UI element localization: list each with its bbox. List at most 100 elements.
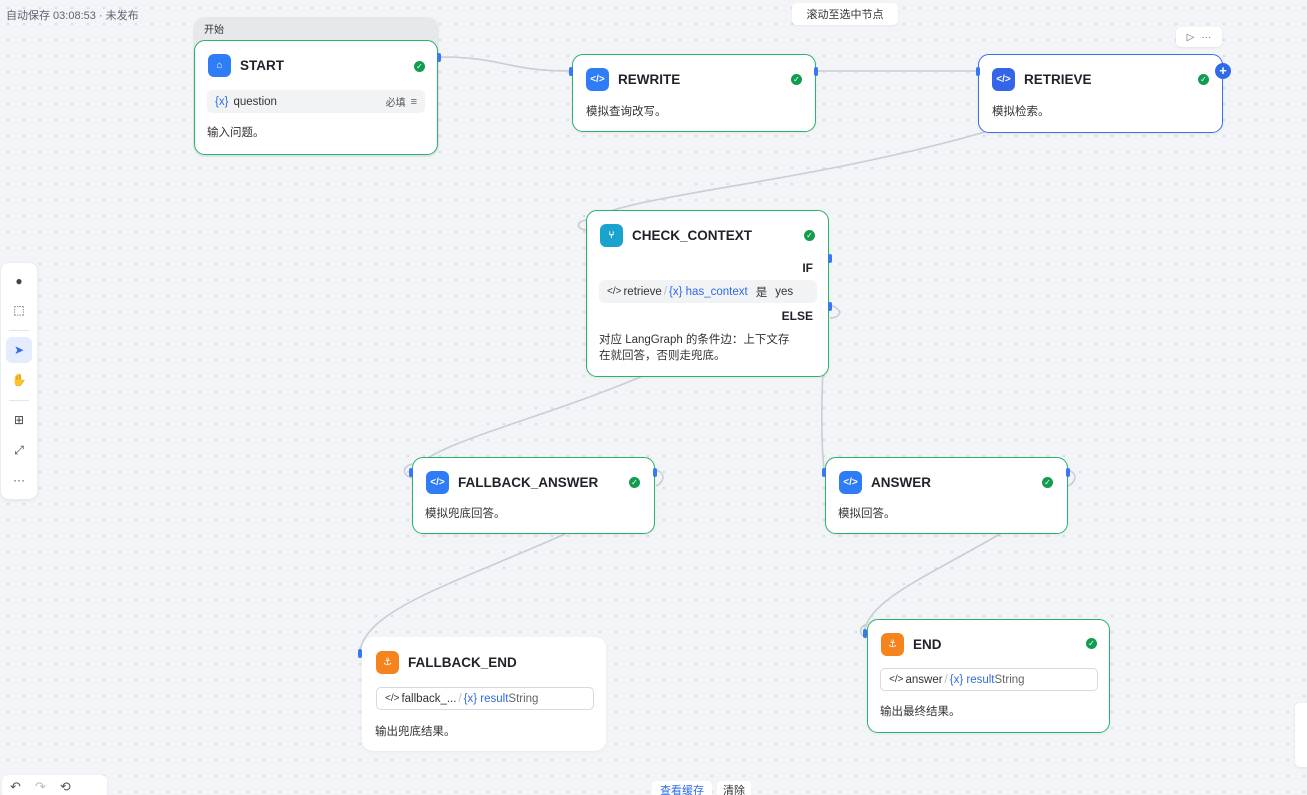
history-icon[interactable]: ⟲	[60, 779, 71, 795]
answer-output-handle[interactable]	[1066, 468, 1070, 477]
success-check-icon: ✓	[1042, 477, 1053, 488]
node-retrieve-desc: 模拟检索。	[992, 106, 1050, 118]
variable-name: question	[233, 95, 277, 108]
clear-button[interactable]: 清除	[717, 781, 751, 795]
redo-icon[interactable]: ↷	[35, 779, 46, 795]
end-icon: ⚓	[881, 633, 904, 656]
condition-row[interactable]: </> retrieve / {x} has_context 是 yes	[599, 280, 817, 303]
hand-icon[interactable]: ✋	[6, 367, 32, 393]
start-output-handle[interactable]	[437, 53, 441, 62]
edge-loop-fallback-right	[655, 469, 664, 487]
rewrite-output-handle[interactable]	[814, 67, 818, 76]
node-check-context-desc: 对应 LangGraph 的条件边：上下文存 在就回答，否则走兜底。	[599, 332, 824, 364]
else-branch-handle[interactable]	[828, 302, 832, 311]
success-check-icon: ✓	[1086, 638, 1097, 649]
code-icon: </>	[385, 693, 400, 704]
fit-view-icon[interactable]: ⤢	[6, 437, 32, 463]
history-controls: ↶ ↷ ⟲	[2, 775, 107, 795]
node-check-context[interactable]: ⑂ CHECK_CONTEXT ✓ IF </> retrieve / {x} …	[586, 210, 829, 377]
node-check-context-title: CHECK_CONTEXT	[632, 228, 753, 243]
output-source: fallback_...	[401, 692, 457, 705]
code-icon: </>	[586, 68, 609, 91]
required-badge: 必填	[385, 98, 406, 109]
end-input-handle[interactable]	[863, 629, 867, 638]
node-fallback-end-desc: 输出兜底结果。	[375, 726, 456, 738]
success-check-icon: ✓	[629, 477, 640, 488]
add-next-node-button[interactable]: +	[1215, 63, 1231, 79]
more-icon[interactable]: ···	[1201, 32, 1211, 43]
else-branch-label: ELSE	[781, 309, 813, 323]
fallback-answer-output-handle[interactable]	[653, 468, 657, 477]
condition-source: retrieve	[623, 285, 662, 298]
start-input-variable[interactable]: {x} question 必填 ≡	[207, 90, 425, 113]
desc-line-2: 在就回答，否则走兜底。	[599, 350, 726, 362]
output-variable: {x} result	[949, 673, 995, 686]
output-variable: {x} result	[463, 692, 509, 705]
code-icon: </>	[992, 68, 1015, 91]
node-retrieve-title: RETRIEVE	[1024, 72, 1092, 87]
add-node-icon[interactable]: ●	[6, 268, 32, 294]
start-group-label: 开始	[204, 25, 224, 36]
edge-start-rewrite	[438, 56, 572, 72]
node-answer-title: ANSWER	[871, 475, 931, 490]
node-rewrite[interactable]: </> REWRITE ✓ 模拟查询改写。	[572, 54, 816, 132]
code-icon: </>	[839, 471, 862, 494]
canvas-toolbar: ● ⬚ ➤ ✋ ⊞ ⤢ ···	[1, 263, 37, 499]
minimap-panel[interactable]	[1295, 703, 1307, 767]
pointer-icon[interactable]: ➤	[6, 337, 32, 363]
code-icon: </>	[426, 471, 449, 494]
branch-icon: ⑂	[600, 224, 623, 247]
desc-line-1: 对应 LangGraph 的条件边：上下文存	[599, 334, 790, 346]
condition-operator: 是	[755, 286, 768, 299]
node-end-title: END	[913, 637, 942, 652]
node-end[interactable]: ⚓ END ✓ </> answer / {x} result String 输…	[867, 619, 1110, 733]
edge-answer-end	[863, 533, 1001, 633]
output-source: answer	[905, 673, 943, 686]
node-fallback-answer[interactable]: </> FALLBACK_ANSWER ✓ 模拟兜底回答。	[412, 457, 655, 534]
node-fallback-answer-desc: 模拟兜底回答。	[425, 508, 506, 520]
node-rewrite-desc: 模拟查询改写。	[586, 106, 667, 118]
code-icon: </>	[889, 674, 904, 685]
code-icon: </>	[607, 286, 622, 297]
auto-layout-icon[interactable]: ⊞	[6, 407, 32, 433]
answer-input-handle[interactable]	[822, 468, 826, 477]
add-note-icon[interactable]: ⬚	[6, 297, 32, 323]
variable-prefix: {x}	[215, 95, 229, 108]
edge-retrieve-check	[585, 131, 986, 223]
node-fallback-end-title: FALLBACK_END	[408, 655, 517, 670]
retrieve-input-handle[interactable]	[976, 67, 980, 76]
node-start-header: ⌂ START	[208, 54, 284, 77]
rewrite-input-handle[interactable]	[569, 67, 573, 76]
node-rewrite-title: REWRITE	[618, 72, 681, 87]
list-icon: ≡	[410, 95, 417, 108]
undo-icon[interactable]: ↶	[10, 779, 21, 795]
condition-value: yes	[775, 285, 794, 298]
end-output-variable[interactable]: </> answer / {x} result String	[880, 668, 1098, 691]
more-icon[interactable]: ···	[6, 467, 32, 493]
node-answer[interactable]: </> ANSWER ✓ 模拟回答。	[825, 457, 1068, 534]
if-branch-label: IF	[802, 261, 813, 275]
view-cache-button[interactable]: 查看缓存	[652, 781, 712, 795]
node-start[interactable]: ⌂ START ✓ {x} question 必填 ≡ 输入问题。	[194, 40, 438, 155]
fallback-answer-input-handle[interactable]	[409, 468, 413, 477]
node-end-desc: 输出最终结果。	[880, 706, 961, 718]
end-icon: ⚓	[376, 651, 399, 674]
node-start-desc: 输入问题。	[207, 127, 265, 139]
node-retrieve[interactable]: </> RETRIEVE ✓ 模拟检索。	[978, 54, 1223, 133]
success-check-icon: ✓	[1198, 74, 1209, 85]
edge-check-fallback	[411, 374, 646, 471]
node-fallback-answer-title: FALLBACK_ANSWER	[458, 475, 599, 490]
node-fallback-end[interactable]: ⚓ FALLBACK_END </> fallback_... / {x} re…	[362, 637, 606, 751]
fallback-end-input-handle[interactable]	[358, 649, 362, 658]
success-check-icon: ✓	[804, 230, 815, 241]
edge-fallback-fallbackend	[359, 533, 566, 653]
output-type: String	[994, 673, 1025, 686]
node-answer-desc: 模拟回答。	[838, 508, 896, 520]
node-actions-bar: ▷ ···	[1176, 27, 1222, 47]
edge-loop-check-left	[577, 219, 587, 231]
run-node-icon[interactable]: ▷	[1187, 32, 1195, 43]
output-type: String	[508, 692, 539, 705]
fallback-end-output-variable[interactable]: </> fallback_... / {x} result String	[376, 687, 594, 710]
home-icon: ⌂	[208, 54, 231, 77]
if-branch-handle[interactable]	[828, 254, 832, 263]
